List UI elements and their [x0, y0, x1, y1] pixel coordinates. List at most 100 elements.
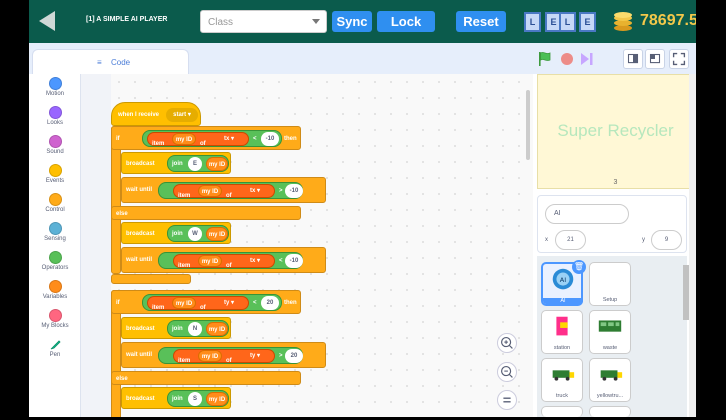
code-workspace[interactable]: when I receive start ▾ if then item my I… — [111, 74, 533, 417]
sprite-tile-setup[interactable]: Setup — [589, 262, 631, 306]
sprite-tile-truck[interactable]: truck — [541, 358, 583, 402]
list-dropdown[interactable]: tx ▾ — [214, 133, 244, 145]
value-input[interactable]: 20 — [285, 349, 303, 363]
category-pen[interactable]: Pen — [29, 338, 81, 358]
sprite-tile-station[interactable]: station — [541, 310, 583, 354]
value-input[interactable]: -10 — [285, 184, 303, 198]
list-dropdown[interactable]: tx ▾ — [240, 185, 270, 197]
when-i-receive-block[interactable]: when I receive start ▾ — [111, 102, 201, 126]
turbo-icon[interactable] — [580, 52, 594, 66]
category-control[interactable]: Control — [29, 193, 81, 213]
value-input[interactable]: -10 — [285, 254, 303, 268]
sprite-tile-waste[interactable]: waste — [589, 310, 631, 354]
sprite-tile-partial-1[interactable] — [541, 406, 583, 417]
if-else-block-2[interactable]: if then item my ID of ty ▾ < 20 — [111, 290, 301, 314]
zoom-out-icon[interactable] — [497, 362, 517, 382]
normal-stage-icon[interactable] — [645, 49, 665, 69]
greater-than-operator[interactable]: item my ID of ty ▾ > 20 — [158, 347, 303, 364]
join-letter-input[interactable]: E — [188, 157, 202, 171]
stop-icon[interactable] — [561, 53, 573, 65]
fullscreen-icon[interactable] — [669, 49, 689, 69]
station-icon — [556, 316, 568, 336]
message-dropdown[interactable]: start ▾ — [166, 108, 198, 122]
green-flag-icon[interactable] — [537, 51, 553, 67]
level-box-1: L — [524, 12, 541, 32]
join-operator[interactable]: join S my ID — [167, 390, 229, 407]
join-operator[interactable]: join E my ID — [167, 155, 229, 172]
list-dropdown[interactable]: ty ▾ — [214, 297, 244, 309]
category-sound[interactable]: Sound — [29, 135, 81, 155]
if-else-block-1[interactable]: if then item my ID of tx ▾ < -10 — [111, 126, 301, 150]
my-id-reporter[interactable]: my ID — [198, 185, 222, 197]
value-input[interactable]: -10 — [261, 132, 279, 146]
category-sensing[interactable]: Sensing — [29, 222, 81, 242]
wait-until-block-3[interactable]: wait until item my ID of ty ▾ > 20 — [121, 342, 326, 368]
join-letter-input[interactable]: W — [188, 227, 202, 241]
category-my-blocks[interactable]: My Blocks — [29, 309, 81, 329]
x-label: x — [545, 237, 548, 243]
category-looks[interactable]: Looks — [29, 106, 81, 126]
join-operator[interactable]: join W my ID — [167, 225, 229, 242]
my-id-reporter[interactable]: my ID — [172, 297, 196, 309]
broadcast-block-4[interactable]: broadcast join S my ID — [121, 387, 231, 409]
value-input[interactable]: 20 — [261, 296, 279, 310]
x-field[interactable]: 21 — [555, 230, 586, 250]
my-id-reporter[interactable]: my ID — [172, 133, 196, 145]
y-field[interactable]: 9 — [651, 230, 682, 250]
page-scroll-strip — [689, 74, 696, 417]
less-than-operator[interactable]: item my ID of ty ▾ < 20 — [142, 294, 282, 311]
delete-sprite-icon[interactable]: 🗑 — [572, 260, 586, 274]
my-id-reporter[interactable]: my ID — [206, 392, 228, 406]
toolbar-row: ≡ Code — [29, 43, 696, 74]
less-than-operator[interactable]: item my ID of tx ▾ < -10 — [158, 252, 303, 269]
yellow-truck-icon — [600, 370, 623, 381]
my-id-reporter[interactable]: my ID — [206, 227, 228, 241]
broadcast-block-2[interactable]: broadcast join W my ID — [121, 222, 231, 244]
broadcast-block-3[interactable]: broadcast join N my ID — [121, 317, 231, 339]
zoom-in-icon[interactable] — [497, 333, 517, 353]
join-letter-input[interactable]: S — [188, 392, 202, 406]
item-of-list-reporter[interactable]: item my ID of ty ▾ — [147, 296, 249, 311]
item-of-list-reporter[interactable]: item my ID of ty ▾ — [173, 349, 275, 364]
zoom-reset-icon[interactable] — [497, 390, 517, 410]
lock-button[interactable]: Lock — [377, 11, 435, 32]
my-id-reporter[interactable]: my ID — [206, 157, 228, 171]
list-dropdown[interactable]: tx ▾ — [240, 255, 270, 267]
category-motion[interactable]: Motion — [29, 77, 81, 97]
sprite-tile-partial-2[interactable] — [589, 406, 631, 417]
class-select[interactable]: Class — [200, 10, 327, 33]
chevron-down-icon — [312, 19, 320, 24]
item-of-list-reporter[interactable]: item my ID of tx ▾ — [147, 132, 249, 147]
operators-dot-icon — [48, 251, 62, 264]
sprite-name-field[interactable]: AI — [545, 204, 629, 224]
category-events[interactable]: Events — [29, 164, 81, 184]
class-select-placeholder: Class — [208, 17, 234, 28]
wait-until-block-1[interactable]: wait until item my ID of tx ▾ > -10 — [121, 177, 326, 203]
sensing-dot-icon — [48, 222, 62, 235]
my-id-reporter[interactable]: my ID — [198, 255, 222, 267]
pen-icon — [50, 340, 61, 350]
back-arrow-icon[interactable] — [39, 11, 55, 31]
less-than-operator[interactable]: item my ID of tx ▾ < -10 — [142, 130, 282, 147]
category-operators[interactable]: Operators — [29, 251, 81, 271]
my-id-reporter[interactable]: my ID — [206, 322, 228, 336]
sprite-tile-yellowtruck[interactable]: yellowtru... — [589, 358, 631, 402]
greater-than-operator[interactable]: item my ID of tx ▾ > -10 — [158, 182, 303, 199]
stage[interactable]: Super Recycler 3 — [537, 74, 692, 189]
item-of-list-reporter[interactable]: item my ID of tx ▾ — [173, 254, 275, 269]
small-stage-icon[interactable] — [623, 49, 643, 69]
stage-title: Super Recycler — [557, 121, 674, 140]
join-letter-input[interactable]: N — [188, 322, 202, 336]
list-dropdown[interactable]: ty ▾ — [240, 350, 270, 362]
category-variables[interactable]: Variables — [29, 280, 81, 300]
sound-dot-icon — [48, 135, 62, 148]
join-operator[interactable]: join N my ID — [167, 320, 229, 337]
tab-code[interactable]: ≡ Code — [32, 49, 189, 74]
my-id-reporter[interactable]: my ID — [198, 350, 222, 362]
broadcast-block-1[interactable]: broadcast join E my ID — [121, 152, 231, 174]
reset-button[interactable]: Reset — [456, 11, 506, 32]
wait-until-block-2[interactable]: wait until item my ID of tx ▾ < -10 — [121, 247, 326, 273]
workspace-scrollbar[interactable] — [526, 90, 530, 160]
item-of-list-reporter[interactable]: item my ID of tx ▾ — [173, 184, 275, 199]
sync-button[interactable]: Sync — [332, 11, 372, 32]
